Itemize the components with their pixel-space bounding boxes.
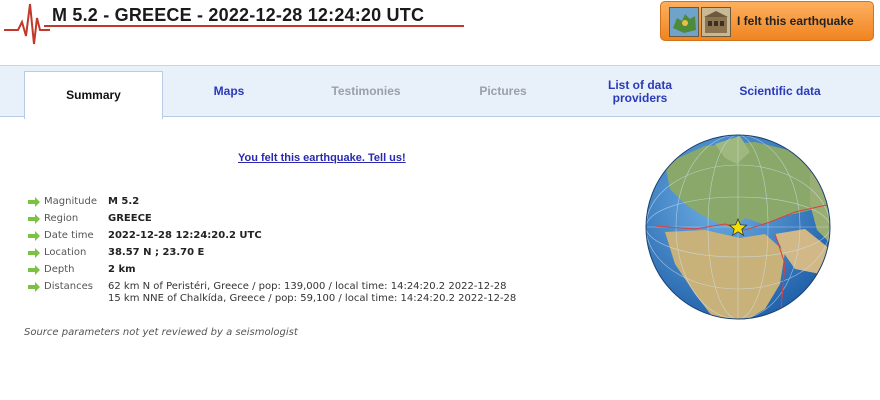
arrow-right-icon: [28, 231, 40, 241]
region-value: GREECE: [108, 213, 152, 224]
tab-pictures[interactable]: Pictures: [440, 66, 566, 117]
location-label: Location: [44, 247, 87, 258]
tab-testimonies[interactable]: Testimonies: [300, 66, 432, 117]
distances-label: Distances: [44, 281, 93, 292]
tab-maps[interactable]: Maps: [170, 66, 288, 117]
page-title: M 5.2 - GREECE - 2022-12-28 12:24:20 UTC: [52, 5, 425, 25]
arrow-right-icon: [28, 214, 40, 224]
distance-1: 62 km N of Peristéri, Greece / pop: 139,…: [108, 281, 507, 292]
arrow-right-icon: [28, 248, 40, 258]
felt-earthquake-button[interactable]: I felt this earthquake: [660, 1, 874, 41]
building-thumbnail-icon: [701, 7, 731, 37]
location-value: 38.57 N ; 23.70 E: [108, 247, 205, 258]
magnitude-label: Magnitude: [44, 196, 97, 207]
region-label: Region: [44, 213, 79, 224]
tab-scientific-data[interactable]: Scientific data: [705, 66, 855, 117]
map-thumbnail-icon: [669, 7, 699, 37]
magnitude-value: M 5.2: [108, 196, 140, 207]
arrow-right-icon: [28, 265, 40, 275]
distance-2: 15 km NNE of Chalkída, Greece / pop: 59,…: [108, 293, 517, 304]
datetime-value: 2022-12-28 12:24:20.2 UTC: [108, 230, 262, 241]
tab-summary[interactable]: Summary: [24, 71, 163, 119]
tab-list-of-data-providers[interactable]: List of data providers: [590, 66, 690, 117]
arrow-right-icon: [28, 282, 40, 292]
datetime-label: Date time: [44, 230, 94, 241]
review-note: Source parameters not yet reviewed by a …: [24, 327, 298, 338]
felt-button-label: I felt this earthquake: [737, 14, 854, 28]
depth-label: Depth: [44, 264, 75, 275]
title-underline: [44, 25, 464, 27]
tell-us-link[interactable]: You felt this earthquake. Tell us!: [238, 152, 406, 164]
depth-value: 2 km: [108, 264, 136, 275]
epicenter-globe-map[interactable]: [645, 134, 831, 320]
seismograph-logo-icon: [4, 3, 50, 45]
arrow-right-icon: [28, 197, 40, 207]
tab-bar: Summary Maps Testimonies Pictures List o…: [0, 65, 880, 119]
